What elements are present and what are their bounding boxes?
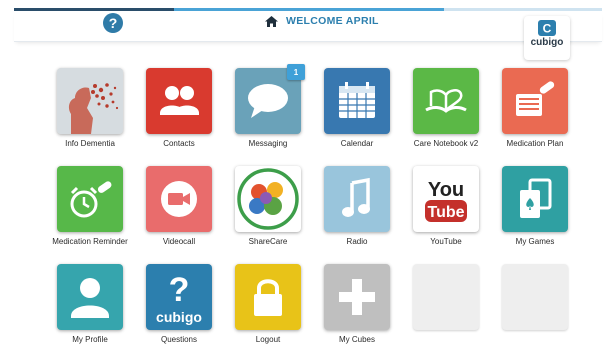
help-button[interactable]: ? [103,13,123,33]
svg-text:C: C [543,22,552,36]
tile-calendar[interactable] [324,68,390,134]
cubigo-cube-icon: C [538,20,556,36]
tile-label: My Profile [72,335,108,344]
question-cubigo-icon: ? cubigo [156,271,202,325]
book-heart-icon [425,89,467,113]
tile-my-profile[interactable] [57,264,123,330]
calendar-icon [339,82,375,118]
tile-label: Medication Plan [506,139,564,148]
tile-videocall[interactable] [146,166,212,232]
svg-text:You: You [428,179,464,201]
tile-label: Medication Reminder [52,237,128,246]
tile-youtube[interactable]: You Tube [413,166,479,232]
playing-cards-icon [520,178,552,218]
pill-list-icon [516,81,555,116]
tile-label: My Games [515,237,555,246]
welcome-heading: WELCOME APRIL [265,15,379,27]
tile-label: Logout [255,335,281,344]
tile-label: Messaging [248,139,288,148]
svg-text:Tube: Tube [427,204,464,221]
empty-tile-slot[interactable] [413,264,479,330]
padlock-icon [254,279,282,316]
tile-label: My Cubes [338,335,375,344]
welcome-text: WELCOME APRIL [286,15,379,27]
video-camera-icon [161,181,197,217]
youtube-logo-icon: You Tube [425,179,467,222]
tile-label: Radio [346,237,368,246]
people-icon [160,86,199,115]
sharecare-logo-icon [237,168,299,230]
tile-info-dementia[interactable] [57,68,123,134]
svg-text:cubigo: cubigo [156,309,202,325]
tile-medication-plan[interactable] [502,68,568,134]
music-note-icon [342,177,370,217]
svg-text:?: ? [169,271,190,309]
tile-label: ShareCare [248,237,288,246]
tile-label: Care Notebook v2 [413,139,479,148]
plus-icon [339,279,375,315]
header-bar: ? WELCOME APRIL C cubigo [14,11,602,60]
tile-questions[interactable]: ? cubigo [146,264,212,330]
tile-label: Calendar [340,139,374,148]
tile-my-games[interactable] [502,166,568,232]
tile-my-cubes[interactable] [324,264,390,330]
tile-label: Info Dementia [65,139,115,148]
cubigo-logo[interactable]: C cubigo [524,16,570,60]
tile-label: YouTube [430,237,462,246]
brain-icon [57,68,123,134]
tile-label: Contacts [163,139,195,148]
home-icon[interactable] [265,15,278,27]
alarm-clock-icon [70,181,112,218]
tile-care-notebook[interactable] [413,68,479,134]
tile-sharecare[interactable] [235,166,301,232]
tile-contacts[interactable] [146,68,212,134]
tile-logout[interactable] [235,264,301,330]
tile-radio[interactable] [324,166,390,232]
person-icon [71,278,109,318]
empty-tile-slot[interactable] [502,264,568,330]
question-mark-icon: ? [108,15,118,31]
tile-label: Videocall [162,237,196,246]
unread-badge: 1 [287,64,305,80]
tile-label: Questions [160,335,198,344]
logo-text: cubigo [530,37,564,48]
tile-medication-reminder[interactable] [57,166,123,232]
